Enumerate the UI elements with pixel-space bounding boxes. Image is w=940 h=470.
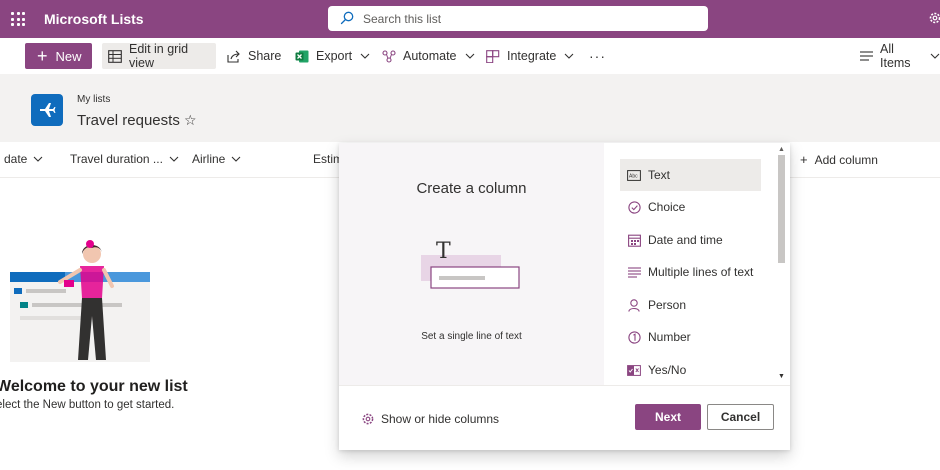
chevron-down-icon	[169, 156, 179, 162]
view-label: All Items	[880, 42, 911, 70]
column-type-label: Yes/No	[648, 363, 687, 377]
column-type-number[interactable]: Number	[620, 321, 761, 353]
new-button-label: New	[55, 48, 82, 64]
column-type-label: Text	[648, 168, 671, 182]
yes-no-icon	[627, 363, 641, 377]
column-type-label: Person	[648, 298, 687, 312]
automate-icon	[382, 49, 396, 63]
search-box[interactable]	[328, 6, 708, 31]
chevron-down-icon	[33, 156, 43, 162]
automate-label: Automate	[403, 49, 457, 63]
column-type-list: Abc Text Choice Date and time Multiple l…	[604, 143, 790, 385]
column-type-label: Number	[648, 330, 691, 344]
view-selector[interactable]: All Items	[860, 42, 940, 70]
command-bar: + New Edit in grid view Share Export Aut…	[0, 38, 940, 74]
breadcrumb[interactable]: My lists	[77, 94, 110, 105]
favorite-star-icon[interactable]: ☆	[184, 112, 197, 129]
create-column-panel: Create a column T Set a single line of t…	[339, 143, 790, 450]
column-header-label: Airline	[192, 152, 226, 166]
integrate-label: Integrate	[507, 49, 557, 63]
suite-bar: Microsoft Lists	[0, 0, 940, 38]
cancel-button[interactable]: Cancel	[707, 404, 774, 430]
column-header-label: Travel duration ...	[70, 152, 163, 166]
view-list-icon	[860, 51, 873, 61]
number-icon	[627, 330, 641, 344]
column-type-date-time[interactable]: Date and time	[620, 224, 761, 256]
app-launcher-icon[interactable]	[11, 12, 25, 26]
search-input[interactable]	[363, 8, 693, 29]
export-label: Export	[316, 49, 353, 63]
column-type-person[interactable]: Person	[620, 289, 761, 321]
share-label: Share	[248, 49, 282, 63]
chevron-down-icon	[231, 156, 241, 162]
chevron-down-icon	[930, 53, 940, 59]
svg-text:Abc: Abc	[629, 173, 638, 179]
scroll-down-arrow-icon[interactable]: ▼	[778, 373, 785, 380]
column-header-airline[interactable]: Airline	[192, 152, 241, 166]
excel-icon	[295, 50, 309, 63]
airplane-icon	[31, 94, 63, 126]
plus-icon: +	[800, 152, 808, 167]
column-header-travel-duration[interactable]: Travel duration ...	[70, 152, 179, 166]
column-preview-pane: Create a column T Set a single line of t…	[339, 143, 604, 385]
page-title: Travel requests	[77, 112, 180, 129]
integrate-icon	[486, 49, 500, 63]
grid-icon	[108, 49, 122, 63]
empty-list-illustration	[10, 240, 150, 362]
share-button[interactable]: Share	[227, 43, 281, 69]
gear-icon	[362, 413, 374, 425]
column-type-choice[interactable]: Choice	[620, 191, 761, 223]
column-type-label: Multiple lines of text	[648, 265, 754, 279]
person-icon	[627, 298, 641, 312]
column-type-description: Set a single line of text	[421, 331, 522, 342]
column-type-text[interactable]: Abc Text	[620, 159, 761, 191]
automate-button[interactable]: Automate	[382, 43, 475, 69]
next-button[interactable]: Next	[635, 404, 701, 430]
panel-footer: Show or hide columns Next Cancel	[339, 385, 790, 450]
text-glyph: T	[436, 239, 451, 264]
multiline-icon	[627, 265, 641, 279]
text-column-preview: T	[417, 239, 527, 306]
share-icon	[227, 50, 241, 63]
edit-grid-view-button[interactable]: Edit in grid view	[102, 42, 216, 70]
calendar-icon	[627, 233, 641, 247]
more-options-button[interactable]: ···	[589, 43, 606, 69]
plus-icon: +	[37, 46, 48, 66]
add-column-button[interactable]: + Add column	[800, 152, 878, 167]
column-header-date[interactable]: date	[4, 152, 43, 166]
column-type-multiline-text[interactable]: Multiple lines of text	[620, 256, 761, 288]
show-hide-columns-label: Show or hide columns	[381, 412, 500, 426]
column-type-label: Date and time	[648, 233, 723, 247]
column-type-label: Choice	[648, 200, 686, 214]
integrate-button[interactable]: Integrate	[486, 43, 574, 69]
settings-gear-icon[interactable]	[928, 11, 940, 25]
list-header: My lists Travel requests ☆	[0, 74, 940, 142]
add-column-label: Add column	[814, 152, 878, 167]
scroll-up-arrow-icon[interactable]: ▲	[778, 146, 785, 153]
column-header-label: date	[4, 152, 28, 166]
search-icon	[340, 11, 354, 25]
empty-state-title: Welcome to your new list	[0, 378, 188, 395]
chevron-down-icon	[360, 53, 370, 59]
text-type-icon: Abc	[627, 168, 641, 182]
column-type-yes-no[interactable]: Yes/No	[620, 354, 761, 386]
panel-title: Create a column	[416, 180, 527, 197]
edit-grid-view-label: Edit in grid view	[129, 42, 189, 70]
scrollbar-thumb[interactable]	[778, 155, 785, 263]
show-hide-columns-link[interactable]: Show or hide columns	[361, 412, 499, 426]
chevron-down-icon	[564, 53, 574, 59]
app-name[interactable]: Microsoft Lists	[44, 11, 144, 27]
new-button[interactable]: + New	[25, 43, 92, 69]
chevron-down-icon	[465, 53, 475, 59]
choice-icon	[627, 200, 641, 214]
empty-state-subtitle: elect the New button to get started.	[0, 399, 175, 411]
export-button[interactable]: Export	[295, 43, 370, 69]
